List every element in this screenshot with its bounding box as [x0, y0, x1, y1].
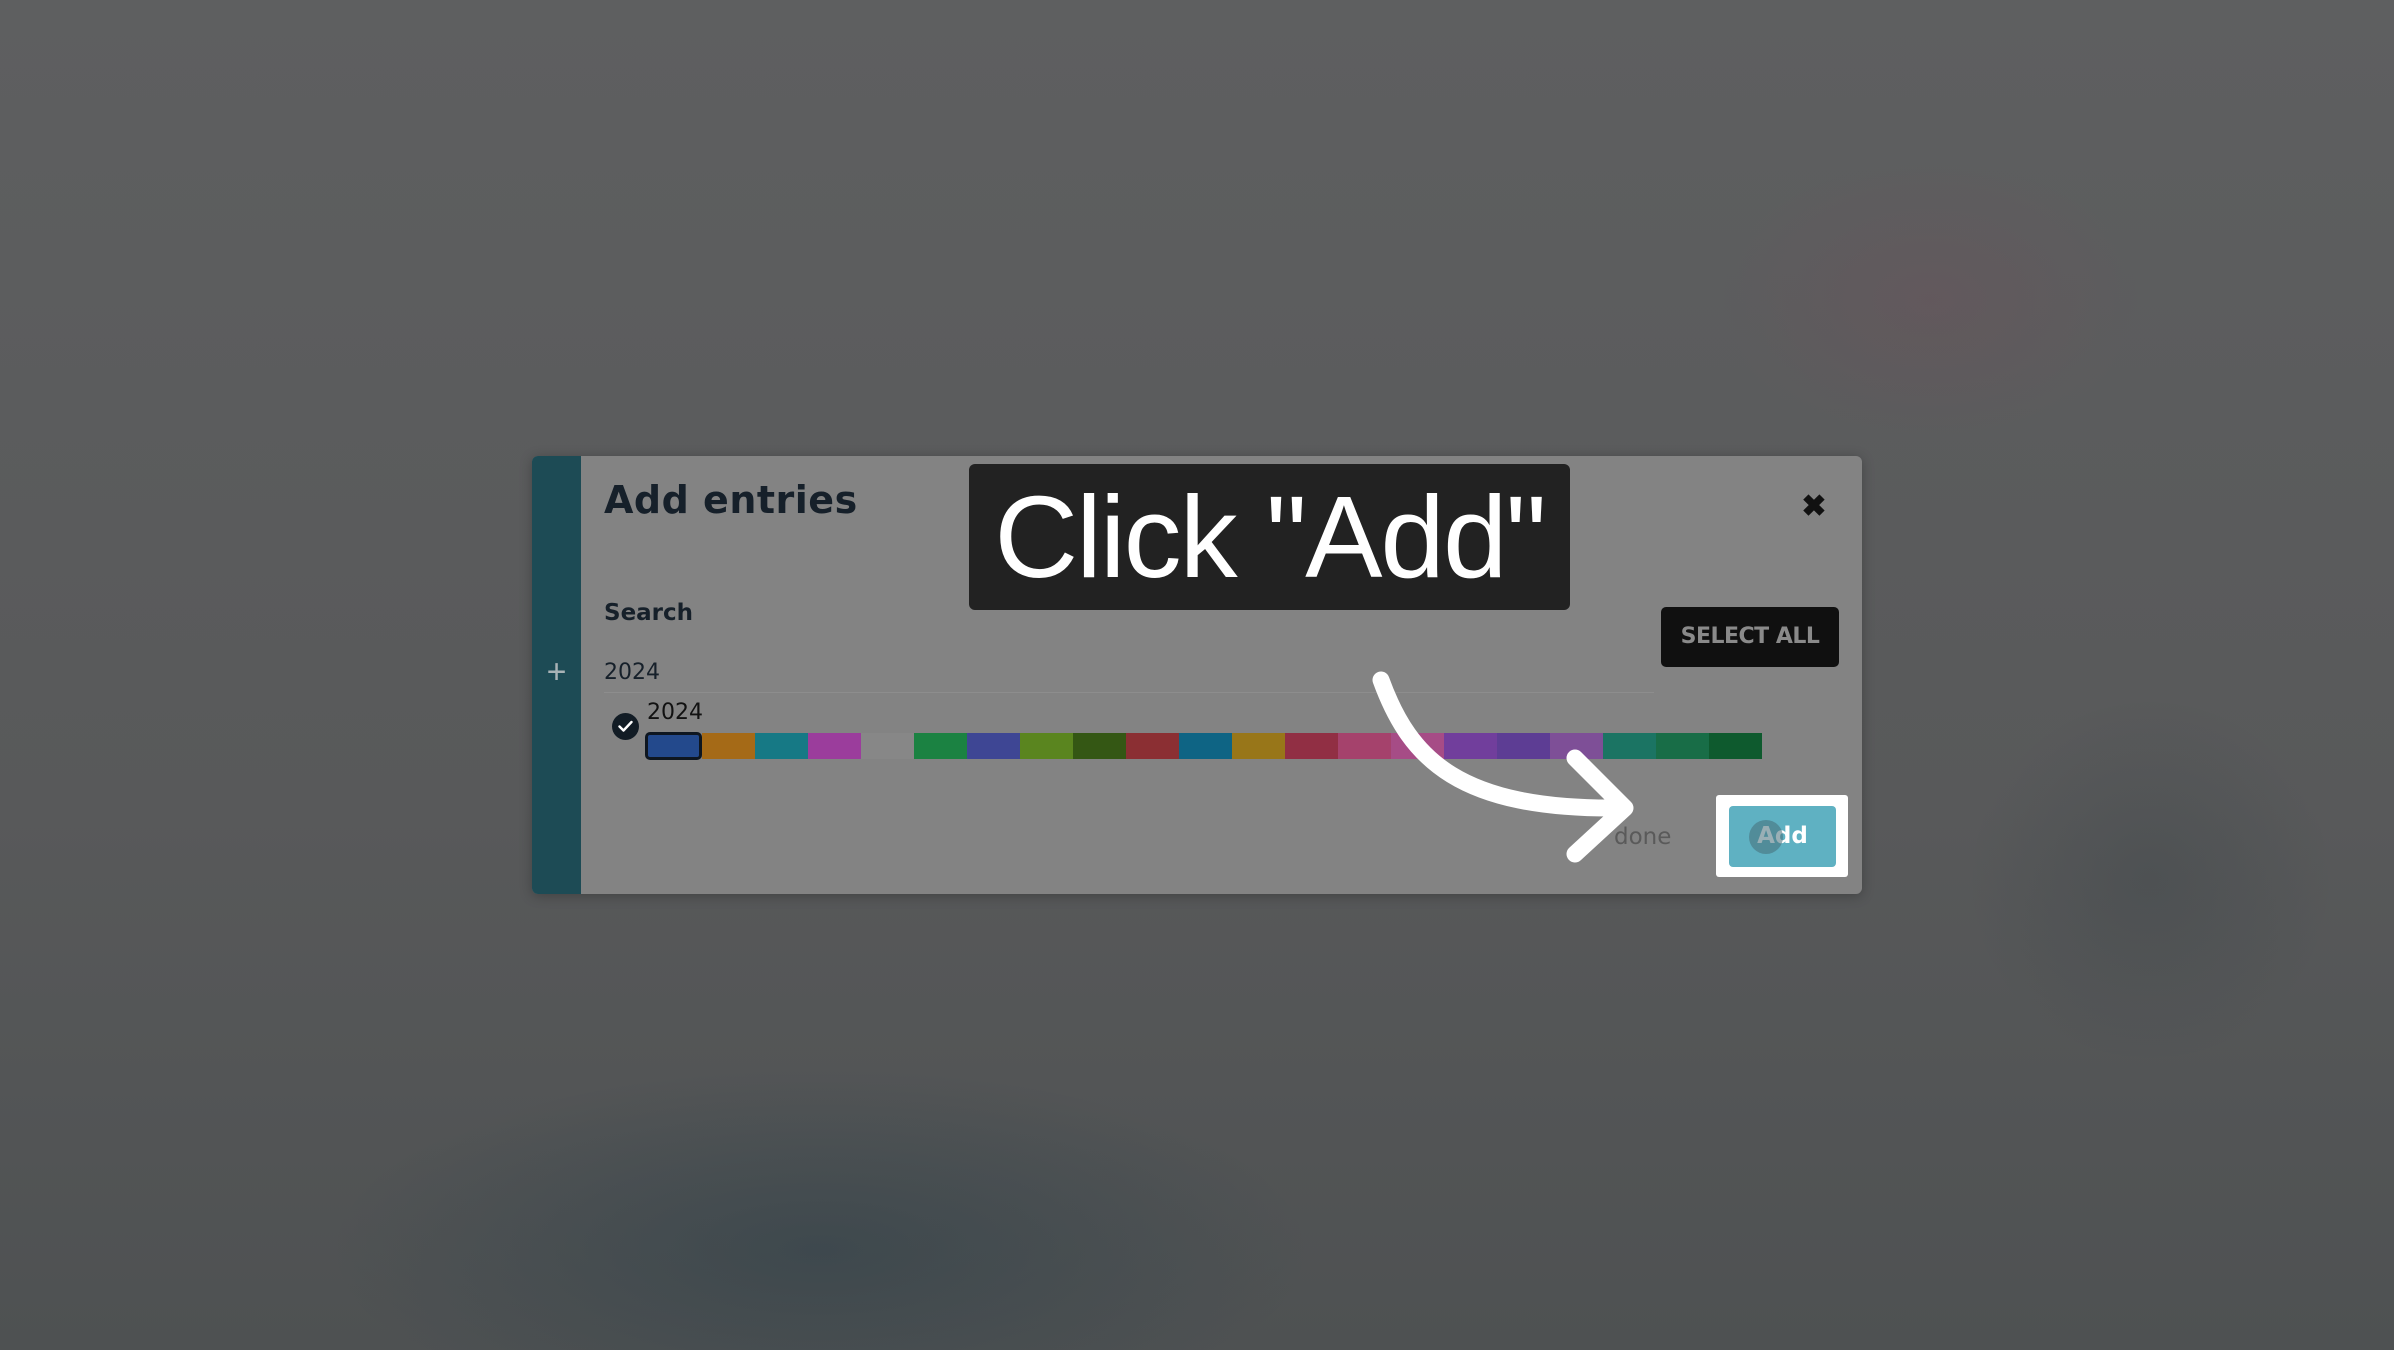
curved-arrow-icon	[1372, 671, 1634, 863]
